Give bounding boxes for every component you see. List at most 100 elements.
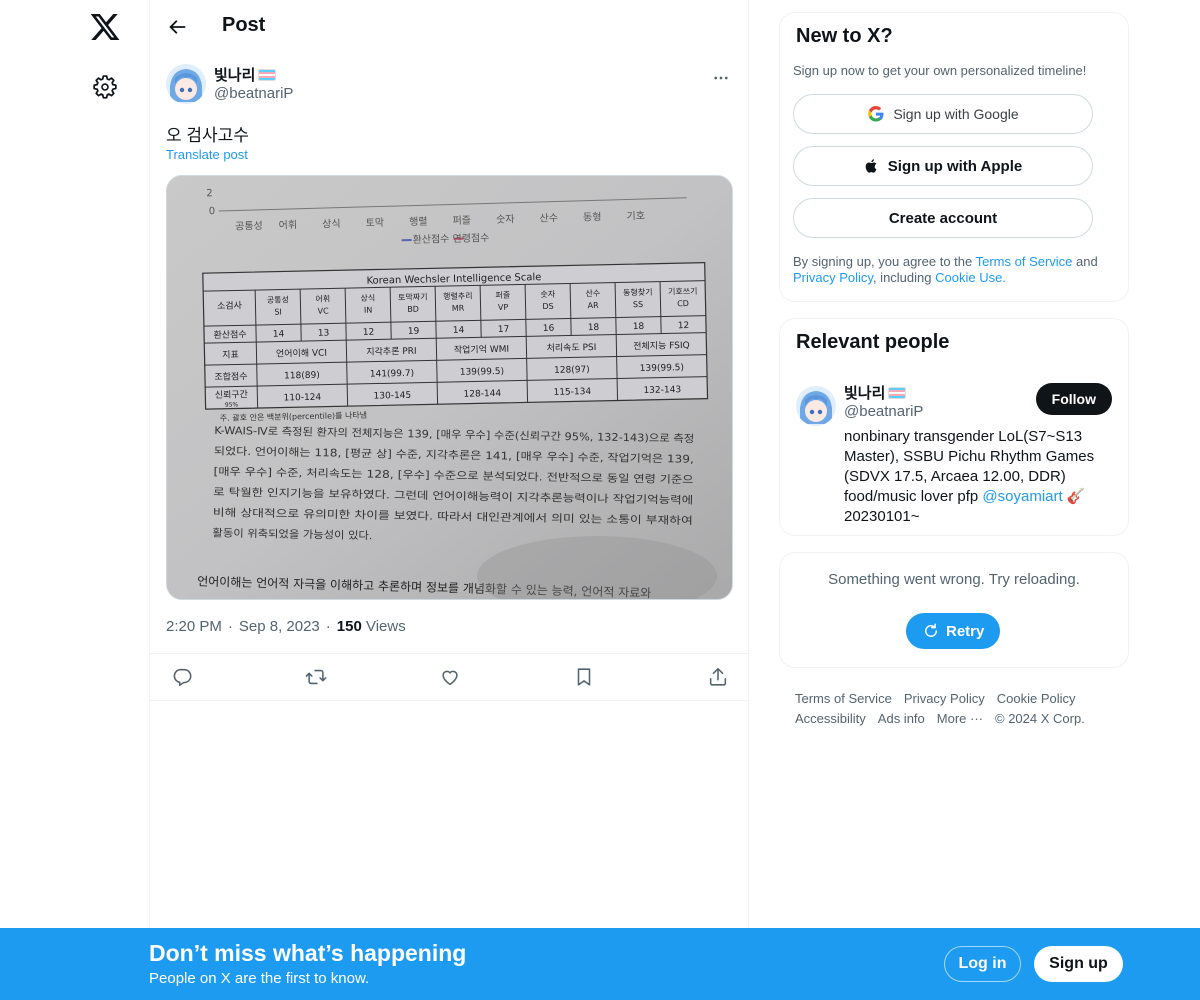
table-cell: 141(99.7) — [370, 369, 414, 380]
chart-category-label: 숫자 — [496, 213, 515, 225]
table-cell: SS — [633, 300, 643, 309]
error-card: Something went wrong. Try reloading. Ret… — [779, 552, 1129, 668]
post-author: 빛나리 @beatnariP — [150, 55, 748, 111]
table-cell: 행렬추리 — [443, 291, 473, 302]
post-time[interactable]: 2:20 PM — [166, 618, 222, 635]
table-row-header: 지표 — [222, 349, 239, 360]
chart-category-label: 어휘 — [279, 219, 298, 231]
table-cell: 130-145 — [374, 391, 412, 402]
terms-link[interactable]: Terms of Service — [976, 254, 1073, 269]
table-cell: SI — [274, 308, 282, 317]
chart-category-label: 공통성 — [235, 220, 263, 233]
table-cell: 공통성 — [267, 295, 289, 304]
trans-flag-icon — [258, 68, 277, 81]
privacy-link[interactable]: Privacy Policy — [793, 270, 873, 285]
signup-button[interactable]: Sign up — [1034, 946, 1123, 982]
share-icon[interactable] — [707, 666, 729, 688]
table-cell: DS — [542, 302, 553, 311]
avatar[interactable] — [796, 386, 836, 426]
table-row-header: 소검사 — [217, 299, 243, 312]
table-cell: 퍼즐 — [495, 291, 510, 300]
retry-button[interactable]: Retry — [906, 613, 1001, 649]
follow-button[interactable]: Follow — [1035, 383, 1112, 415]
chart-category-label: 퍼즐 — [452, 214, 471, 226]
main-column: Post 빛나리 @beatnariP 오 검사고수 Translate pos… — [149, 0, 750, 1000]
right-sidebar: New to X? Sign up now to get your own pe… — [779, 12, 1129, 668]
author-handle[interactable]: @beatnariP — [214, 85, 293, 102]
chart-axis-label: 2 — [206, 188, 213, 199]
table-cell: 토막짜기 — [398, 291, 428, 302]
google-icon — [868, 105, 884, 122]
refresh-icon — [925, 623, 937, 637]
table-cell: 언어이해 VCI — [276, 347, 327, 360]
signup-card: New to X? Sign up now to get your own pe… — [779, 12, 1129, 302]
table-cell: 128-144 — [463, 389, 501, 400]
arrow-left-icon[interactable] — [166, 16, 188, 38]
like-icon[interactable] — [439, 666, 461, 688]
table-cell: MR — [452, 304, 465, 313]
signup-apple-button[interactable]: Sign up with Apple — [793, 146, 1093, 186]
bookmark-icon[interactable] — [573, 666, 595, 688]
signup-google-button[interactable]: Sign up with Google — [793, 94, 1093, 134]
create-account-button[interactable]: Create account — [793, 198, 1093, 238]
table-cell: 12 — [678, 321, 690, 331]
left-nav — [0, 0, 150, 1000]
footer-ads-link[interactable]: Ads info — [878, 711, 925, 726]
table-cell: 14 — [453, 326, 465, 336]
post-meta: 2:20 PM · Sep 8, 2023 · 150 Views — [166, 618, 406, 635]
table-cell: CD — [677, 299, 689, 308]
cookie-link[interactable]: Cookie Use. — [935, 270, 1006, 285]
repost-icon[interactable] — [305, 666, 327, 688]
signup-terms: By signing up, you agree to the Terms of… — [793, 254, 1098, 285]
relevant-people-card: Relevant people 빛나리 @beatnariP Follow no… — [779, 318, 1129, 536]
more-icon[interactable] — [712, 69, 730, 87]
gear-icon[interactable] — [92, 74, 118, 100]
footer-terms-link[interactable]: Terms of Service — [795, 691, 892, 706]
table-cell: 처리속도 PSI — [546, 341, 596, 354]
table-cell: 12 — [363, 328, 375, 338]
post-image[interactable]: 2 0 공통성 어휘 상식 토막 행렬 퍼즐 숫자 산수 동형 기호 환산점수 연령점수 Kore… — [166, 175, 733, 600]
table-cell: 13 — [318, 329, 330, 339]
footer-more-link[interactable]: More ··· — [937, 711, 983, 726]
chart-category-label: 기호 — [626, 210, 645, 222]
footer-cookie-link[interactable]: Cookie Policy — [997, 691, 1076, 706]
translate-link[interactable]: Translate post — [166, 147, 248, 162]
signup-banner: Don’t miss what’s happening People on X … — [0, 928, 1200, 1000]
person-handle[interactable]: @beatnariP — [844, 403, 923, 420]
person-name[interactable]: 빛나리 — [844, 382, 907, 403]
footer-links: Terms of Service Privacy Policy Cookie Pol… — [795, 689, 1115, 729]
chart-category-label: 동형 — [583, 211, 602, 223]
chart-legend: 환산점수 연령점수 — [412, 232, 489, 246]
x-logo-icon[interactable] — [89, 11, 121, 43]
table-cell: 14 — [273, 329, 285, 339]
table-cell: VP — [498, 303, 509, 312]
table-cell: 110-124 — [284, 393, 322, 404]
footer-copyright: © 2024 X Corp. — [995, 711, 1085, 726]
table-cell: 17 — [498, 325, 510, 335]
table-cell: IN — [364, 306, 373, 315]
avatar[interactable] — [166, 64, 206, 104]
login-button[interactable]: Log in — [944, 946, 1021, 982]
apple-icon — [865, 159, 877, 173]
table-cell: VC — [317, 307, 329, 316]
bio-mention-link[interactable]: @soyamiart — [982, 488, 1062, 505]
table-cell: BD — [407, 305, 419, 314]
footer-accessibility-link[interactable]: Accessibility — [795, 711, 866, 726]
post-date[interactable]: Sep 8, 2023 — [239, 618, 320, 635]
table-cell: 숫자 — [540, 290, 556, 299]
author-name[interactable]: 빛나리 — [214, 64, 277, 85]
table-row-subheader: 95% — [225, 401, 239, 408]
table-cell: 139(99.5) — [460, 367, 504, 378]
table-cell: 기호쓰기 — [668, 287, 698, 297]
view-count: 150 Views — [336, 618, 406, 635]
table-cell: 115-134 — [553, 387, 591, 398]
signup-card-subtitle: Sign up now to get your own personalized… — [793, 63, 1087, 78]
person-bio: nonbinary transgender LoL(S7~S13 Master)… — [844, 428, 1095, 525]
footer-privacy-link[interactable]: Privacy Policy — [904, 691, 985, 706]
reply-icon[interactable] — [171, 666, 193, 688]
table-cell: 118(89) — [284, 371, 320, 382]
signup-card-title: New to X? — [796, 25, 893, 47]
table-cell: 16 — [543, 324, 555, 334]
table-cell: 전체지능 FSIQ — [633, 340, 690, 352]
table-cell: 19 — [408, 327, 420, 337]
